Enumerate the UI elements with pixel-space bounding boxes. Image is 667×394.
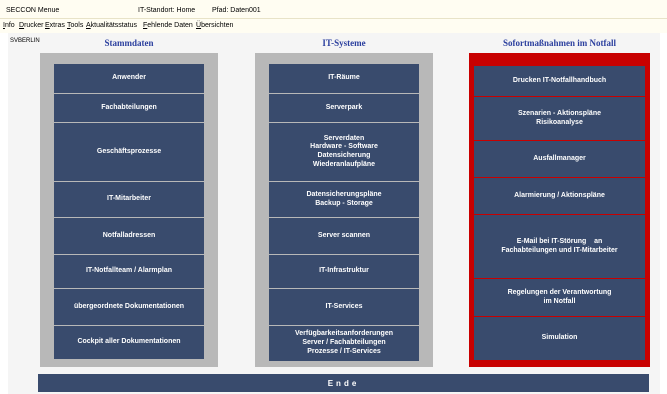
menu-bar: Info Drucker Extras Tools Aktualitätssta… (0, 19, 667, 33)
it-standort-label: IT-Standort: Home (138, 7, 196, 14)
menu-aktualitaetsstatus[interactable]: Aktualitätsstatus (86, 22, 137, 29)
verfuegbarkeitsanforderungen-button[interactable]: Verfügbarkeitsanforderungen Server / Fac… (269, 326, 419, 361)
header-stammdaten: Stammdaten (104, 38, 154, 48)
szenarien-aktionsplaene-button[interactable]: Szenarien - Aktionspläne Risikoanalyse (474, 97, 645, 140)
panel-stammdaten: Anwender Fachabteilungen Geschäftsprozes… (40, 53, 218, 367)
ausfallmanager-button[interactable]: Ausfallmanager (474, 141, 645, 177)
menu-tools[interactable]: Tools (67, 22, 83, 29)
header-sofortmassnahmen: Sofortmaßnahmen im Notfall (503, 38, 616, 48)
serverpark-button[interactable]: Serverpark (269, 94, 419, 122)
menu-fehlende-daten[interactable]: Fehlende Daten (143, 22, 193, 29)
menu-extras[interactable]: Extras (45, 22, 65, 29)
it-mitarbeiter-button[interactable]: IT-Mitarbeiter (54, 182, 204, 217)
uebergeordnete-dokumentationen-button[interactable]: übergeordnete Dokumentationen (54, 289, 204, 325)
it-raeume-button[interactable]: IT-Räume (269, 64, 419, 93)
alarmierung-aktionsplaene-button[interactable]: Alarmierung / Aktionspläne (474, 178, 645, 214)
datensicherungsplaene-button[interactable]: Datensicherungspläne Backup - Storage (269, 182, 419, 217)
panel-it-systeme: IT-Räume Serverpark Serverdaten Hardware… (255, 53, 433, 367)
email-it-stoerung-button[interactable]: E-Mail bei IT-Störung an Fachabteilungen… (474, 215, 645, 278)
anwender-button[interactable]: Anwender (54, 64, 204, 93)
notfalladressen-button[interactable]: Notfalladressen (54, 218, 204, 254)
simulation-button[interactable]: Simulation (474, 317, 645, 360)
menu-uebersichten[interactable]: Übersichten (196, 22, 233, 29)
it-notfallteam-alarmplan-button[interactable]: IT-Notfallteam / Alarmplan (54, 255, 204, 288)
cockpit-dokumentationen-button[interactable]: Cockpit aller Dokumentationen (54, 326, 204, 359)
menu-info[interactable]: Info (3, 22, 15, 29)
it-services-button[interactable]: IT-Services (269, 289, 419, 325)
regelungen-verantwortung-button[interactable]: Regelungen der Verantwortung im Notfall (474, 279, 645, 316)
ende-button[interactable]: Ende (38, 374, 649, 392)
app-title: SECCON Menue (6, 7, 60, 14)
drucken-notfallhandbuch-button[interactable]: Drucken IT-Notfallhandbuch (474, 66, 645, 96)
user-label: SVBERLIN (10, 38, 40, 44)
geschaeftsprozesse-button[interactable]: Geschäftsprozesse (54, 123, 204, 181)
pfad-label: Pfad: Daten001 (212, 7, 261, 14)
menu-drucker[interactable]: Drucker (19, 22, 44, 29)
fachabteilungen-button[interactable]: Fachabteilungen (54, 94, 204, 122)
server-scannen-button[interactable]: Server scannen (269, 218, 419, 254)
panel-sofortmassnahmen: Drucken IT-Notfallhandbuch Szenarien - A… (469, 53, 650, 367)
header-it-systeme: IT-Systeme (322, 38, 366, 48)
it-infrastruktur-button[interactable]: IT-Infrastruktur (269, 255, 419, 288)
title-bar: SECCON Menue IT-Standort: Home Pfad: Dat… (0, 0, 667, 19)
serverdaten-button[interactable]: Serverdaten Hardware - Software Datensic… (269, 123, 419, 181)
